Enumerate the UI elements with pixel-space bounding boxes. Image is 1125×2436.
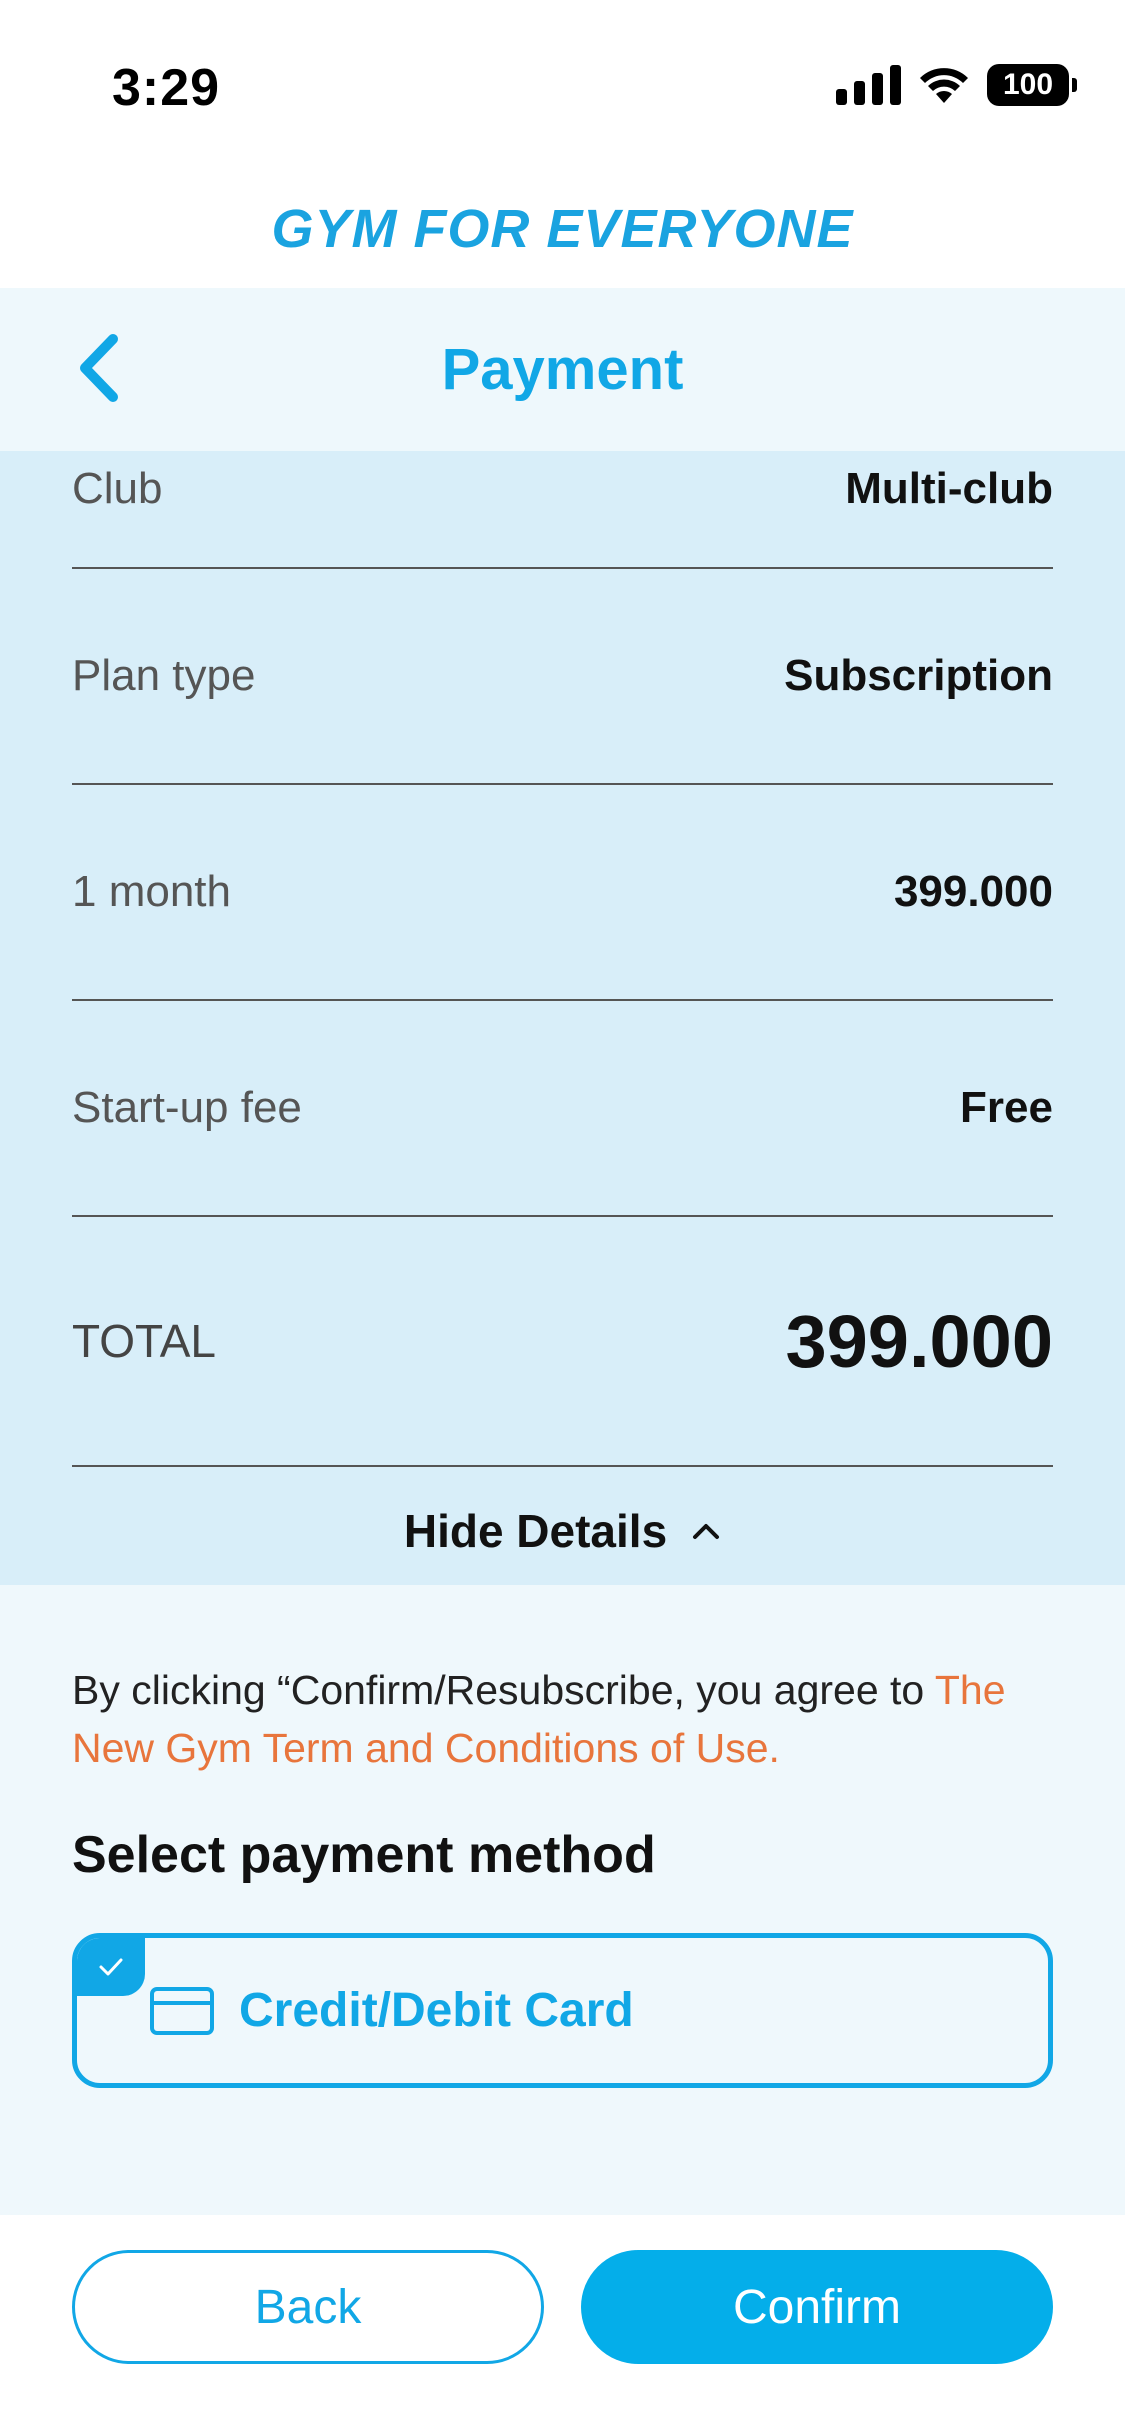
back-arrow-button[interactable] — [60, 328, 140, 408]
battery-icon: 100 — [987, 64, 1077, 106]
hide-details-label: Hide Details — [403, 1505, 668, 1557]
wifi-icon — [920, 68, 968, 103]
checkmark-icon — [77, 1938, 145, 1996]
chevron-up-icon — [693, 1524, 720, 1539]
detail-label: Plan type — [72, 651, 256, 700]
status-bar: 3:29 100 — [0, 0, 1125, 170]
status-icons: 100 — [836, 64, 1077, 106]
page-header: Payment — [0, 288, 1125, 451]
detail-label: Club — [72, 464, 163, 513]
status-time: 3:29 — [112, 59, 221, 117]
credit-card-icon — [150, 1986, 214, 2035]
detail-row-plan-type: Plan type Subscription — [72, 569, 1053, 785]
footer-actions: Back Confirm — [0, 2215, 1125, 2436]
payment-method-title: Select payment method — [72, 1826, 656, 1884]
page-title: Payment — [441, 337, 684, 402]
detail-label: Start-up fee — [72, 1083, 302, 1132]
payment-option-card[interactable]: Credit/Debit Card — [72, 1933, 1053, 2088]
payment-option-label: Credit/Debit Card — [239, 1984, 634, 2037]
back-button[interactable]: Back — [72, 2250, 544, 2364]
total-value: 399.000 — [785, 1299, 1054, 1383]
brand-logo: GYM FOR EVERYONE — [271, 199, 854, 259]
detail-label: 1 month — [72, 867, 231, 916]
terms-text: By clicking “Confirm/Resubscribe, you ag… — [72, 1667, 935, 1713]
detail-row-startup-fee: Start-up fee Free — [72, 1001, 1053, 1217]
chevron-left-icon — [80, 334, 118, 402]
detail-row-duration: 1 month 399.000 — [72, 785, 1053, 1001]
payment-section: By clicking “Confirm/Resubscribe, you ag… — [0, 1585, 1125, 2215]
cellular-signal-icon — [836, 65, 901, 105]
confirm-button[interactable]: Confirm — [581, 2250, 1053, 2364]
terms-notice: By clicking “Confirm/Resubscribe, you ag… — [72, 1661, 1062, 1777]
detail-value: Subscription — [784, 651, 1053, 700]
order-details[interactable]: Club Multi-club Plan type Subscription 1… — [0, 451, 1125, 1585]
detail-value: 399.000 — [893, 867, 1053, 916]
detail-row-total: TOTAL 399.000 — [72, 1217, 1053, 1467]
detail-value: Multi-club — [845, 464, 1053, 513]
hide-details-toggle[interactable]: Hide Details — [0, 1491, 1125, 1571]
brand-banner: GYM FOR EVERYONE — [0, 170, 1125, 288]
total-label: TOTAL — [72, 1315, 216, 1367]
detail-row-club: Club Multi-club — [72, 451, 1053, 569]
detail-value: Free — [960, 1083, 1053, 1132]
